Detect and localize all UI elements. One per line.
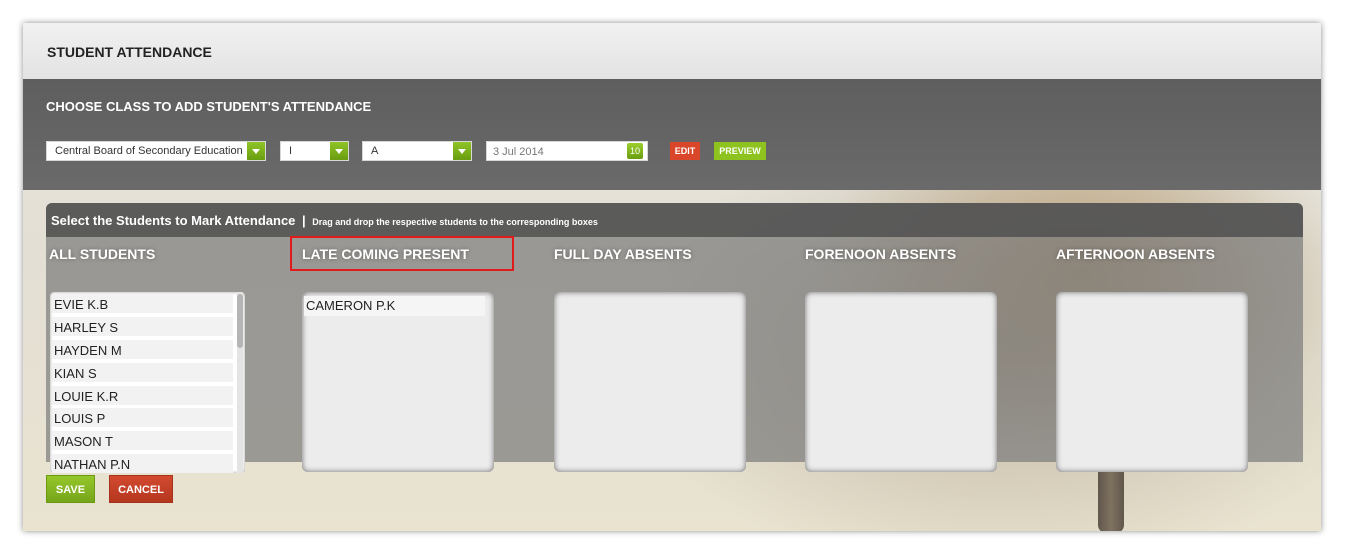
chevron-down-icon[interactable]: [453, 142, 471, 160]
filter-heading: CHOOSE CLASS TO ADD STUDENT'S ATTENDANCE: [46, 99, 372, 114]
save-button[interactable]: SAVE: [46, 475, 95, 503]
class-select[interactable]: I: [280, 141, 349, 161]
list-item[interactable]: LOUIE K.R: [52, 386, 233, 406]
attendance-board-header: Select the Students to Mark Attendance |…: [46, 203, 1303, 237]
chevron-down-icon[interactable]: [247, 142, 265, 160]
column-title-all-students: ALL STUDENTS: [49, 246, 156, 262]
page-header: STUDENT ATTENDANCE: [23, 23, 1321, 80]
board-select-value: Central Board of Secondary Education: [55, 145, 243, 157]
page-title: STUDENT ATTENDANCE: [47, 44, 212, 60]
attendance-window: STUDENT ATTENDANCE CHOOSE CLASS TO ADD S…: [23, 23, 1321, 531]
attendance-board-title: Select the Students to Mark Attendance |…: [51, 213, 598, 228]
date-field[interactable]: 3 Jul 2014 10: [486, 141, 648, 161]
late-coming-dropzone[interactable]: CAMERON P.K: [302, 292, 494, 472]
section-select-value: A: [371, 145, 379, 157]
list-item[interactable]: HARLEY S: [52, 317, 233, 337]
list-item[interactable]: MASON T: [52, 431, 233, 451]
forenoon-absents-dropzone[interactable]: [805, 292, 997, 472]
full-day-absents-dropzone[interactable]: [554, 292, 746, 472]
board-select[interactable]: Central Board of Secondary Education: [46, 141, 266, 161]
all-students-list[interactable]: EVIE K.B HARLEY S HAYDEN M KIAN S LOUIE …: [50, 292, 245, 473]
cancel-button[interactable]: CANCEL: [109, 475, 173, 503]
title-separator: |: [302, 213, 306, 228]
column-title-full-day: FULL DAY ABSENTS: [554, 246, 692, 262]
attendance-title: Select the Students to Mark Attendance: [51, 213, 296, 228]
list-item[interactable]: NATHAN P.N: [52, 454, 233, 473]
preview-button[interactable]: PREVIEW: [714, 142, 766, 160]
afternoon-absents-dropzone[interactable]: [1056, 292, 1248, 472]
list-item[interactable]: HAYDEN M: [52, 340, 233, 360]
scrollbar-thumb[interactable]: [237, 294, 243, 348]
date-value: 3 Jul 2014: [493, 146, 544, 158]
highlight-box: [290, 236, 514, 271]
calendar-icon[interactable]: 10: [627, 143, 643, 159]
list-item[interactable]: CAMERON P.K: [304, 296, 485, 316]
list-item[interactable]: LOUIS P: [52, 408, 233, 428]
attendance-board: Select the Students to Mark Attendance |…: [46, 203, 1303, 473]
class-select-value: I: [289, 145, 293, 157]
list-item[interactable]: KIAN S: [52, 363, 233, 383]
chevron-down-icon[interactable]: [330, 142, 348, 160]
column-title-afternoon: AFTERNOON ABSENTS: [1056, 246, 1215, 262]
edit-button[interactable]: EDIT: [670, 142, 700, 160]
section-select[interactable]: A: [362, 141, 472, 161]
scrollbar[interactable]: [237, 292, 243, 473]
list-item[interactable]: EVIE K.B: [52, 294, 233, 314]
column-title-forenoon: FORENOON ABSENTS: [805, 246, 957, 262]
drag-drop-hint: Drag and drop the respective students to…: [312, 217, 598, 227]
class-filter-panel: CHOOSE CLASS TO ADD STUDENT'S ATTENDANCE…: [23, 79, 1321, 190]
